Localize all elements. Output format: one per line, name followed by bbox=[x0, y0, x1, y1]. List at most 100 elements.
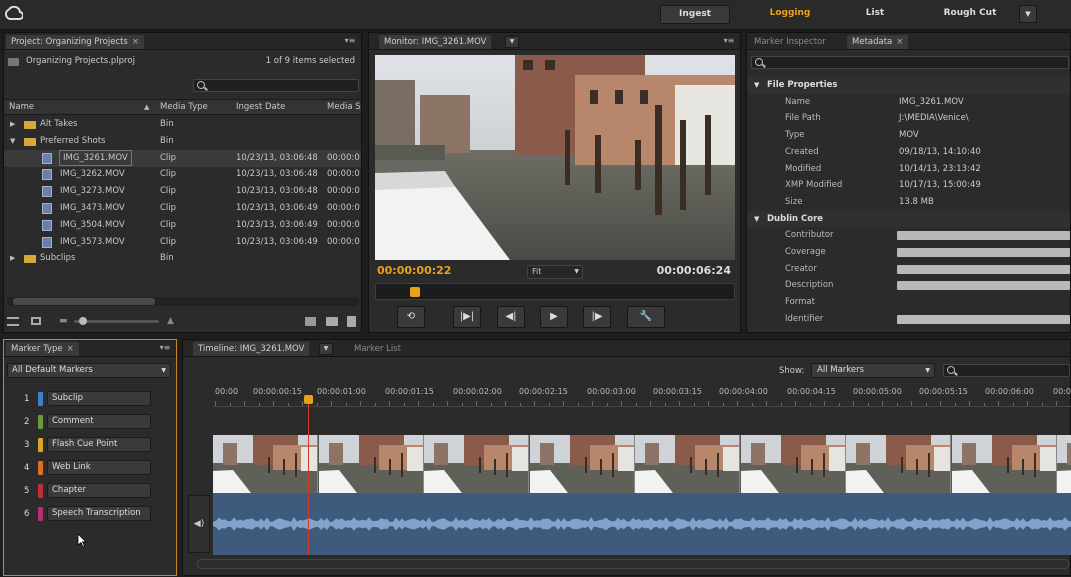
timeline-search-input[interactable] bbox=[943, 364, 1070, 377]
bin-row[interactable]: ▶ Alt Takes Bin bbox=[4, 116, 361, 133]
column-media-type[interactable]: Media Type bbox=[160, 100, 208, 114]
field-value[interactable]: MOV bbox=[899, 127, 919, 144]
column-ingest-date[interactable]: Ingest Date bbox=[236, 100, 285, 114]
disclosure-collapsed-icon[interactable]: ▶ bbox=[10, 116, 15, 133]
item-media-start: 00:00:0 bbox=[327, 186, 360, 197]
new-item-icon[interactable] bbox=[305, 317, 316, 326]
disclosure-collapsed-icon[interactable]: ▶ bbox=[10, 250, 15, 267]
tab-marker-inspector[interactable]: Marker Inspector bbox=[749, 35, 831, 49]
ruler-tick-label: 00:00:06:00 bbox=[985, 387, 1034, 396]
zoom-in-icon[interactable]: ▲ bbox=[167, 316, 174, 326]
project-search-input[interactable] bbox=[193, 79, 359, 92]
list-view-icon[interactable] bbox=[7, 317, 19, 326]
bin-row[interactable]: ▼ Preferred Shots Bin bbox=[4, 133, 361, 150]
field-value[interactable]: IMG_3261.MOV bbox=[899, 94, 964, 111]
marker-type-item[interactable]: 1 Subclip bbox=[4, 388, 176, 410]
marker-type-button[interactable]: Web Link bbox=[47, 460, 151, 475]
clip-row[interactable]: IMG_3573.MOV Clip 10/23/13, 03:06:49 00:00:… bbox=[4, 234, 361, 251]
playhead-marker[interactable] bbox=[410, 287, 421, 297]
show-markers-dropdown[interactable]: All Markers ▼ bbox=[811, 363, 935, 378]
marker-type-item[interactable]: 5 Chapter bbox=[4, 480, 176, 502]
workspace-rough-cut-button[interactable]: Rough Cut bbox=[925, 5, 1015, 24]
zoom-slider[interactable] bbox=[74, 317, 159, 325]
monitor-scrubber[interactable] bbox=[375, 283, 735, 300]
ruler-tick-mark bbox=[824, 401, 825, 406]
close-icon[interactable]: × bbox=[132, 37, 139, 47]
creative-cloud-icon[interactable] bbox=[4, 5, 24, 22]
bin-row[interactable]: ▶ Subclips Bin bbox=[4, 250, 361, 267]
tab-marker-list[interactable]: Marker List bbox=[349, 342, 406, 356]
marker-filter-dropdown[interactable]: All Default Markers ▼ bbox=[7, 363, 171, 378]
field-value[interactable]: 09/18/13, 14:10:40 bbox=[899, 144, 981, 161]
new-bin-icon[interactable] bbox=[326, 317, 338, 326]
folder-icon bbox=[8, 58, 19, 66]
column-media-start[interactable]: Media S bbox=[327, 100, 361, 114]
clip-row[interactable]: IMG_3273.MOV Clip 10/23/13, 03:06:48 00:00:… bbox=[4, 183, 361, 200]
marker-type-button[interactable]: Chapter bbox=[47, 483, 151, 498]
timeline-playhead[interactable] bbox=[308, 395, 309, 555]
time-ruler[interactable]: 00:00 00:00:00:15 00:00:01:00 00:00:01:15 00… bbox=[213, 385, 1071, 407]
close-icon[interactable]: × bbox=[896, 37, 903, 47]
clip-row[interactable]: IMG_3473.MOV Clip 10/23/13, 03:06:49 00:00:… bbox=[4, 200, 361, 217]
section-title: Dublin Core bbox=[767, 213, 824, 224]
workspace-logging-button[interactable]: Logging bbox=[755, 5, 825, 24]
field-value[interactable]: 10/17/13, 15:00:49 bbox=[899, 177, 981, 194]
step-forward-button[interactable]: |▶ bbox=[583, 306, 611, 328]
marker-type-item[interactable]: 4 Web Link bbox=[4, 457, 176, 479]
panel-menu-icon[interactable]: ▾≡ bbox=[343, 36, 357, 46]
panel-menu-icon[interactable]: ▾≡ bbox=[722, 36, 736, 46]
tab-monitor[interactable]: Monitor: IMG_3261.MOV bbox=[379, 35, 492, 49]
column-name[interactable]: Name bbox=[9, 100, 34, 114]
zoom-out-icon[interactable]: ▬ bbox=[59, 316, 68, 326]
metadata-section-header[interactable]: ▼ Dublin Core bbox=[747, 210, 1070, 228]
marker-type-item[interactable]: 2 Comment bbox=[4, 411, 176, 433]
ruler-tick-mark bbox=[983, 403, 985, 406]
monitor-clip-dropdown[interactable]: ▼ bbox=[505, 36, 519, 48]
disclosure-expanded-icon[interactable]: ▼ bbox=[10, 133, 15, 150]
timeline-clip-dropdown[interactable]: ▼ bbox=[319, 343, 333, 355]
marker-type-item[interactable]: 3 Flash Cue Point bbox=[4, 434, 176, 456]
panel-menu-icon[interactable]: ▾≡ bbox=[158, 343, 172, 353]
play-button[interactable]: ▶ bbox=[540, 306, 568, 328]
timeline-scrollbar[interactable] bbox=[197, 559, 1069, 569]
settings-wrench-button[interactable]: 🔧 bbox=[627, 306, 665, 328]
workspace-list-button[interactable]: List bbox=[845, 5, 905, 24]
field-input[interactable] bbox=[897, 281, 1070, 291]
current-timecode[interactable]: 00:00:00:22 bbox=[377, 264, 451, 277]
workspace-menu-button[interactable]: ▼ bbox=[1019, 5, 1037, 23]
marker-type-button[interactable]: Speech Transcription bbox=[47, 506, 151, 521]
video-track[interactable] bbox=[213, 435, 1071, 493]
metadata-section-header[interactable]: ▼ File Properties bbox=[747, 77, 1070, 94]
tab-marker-type[interactable]: Marker Type × bbox=[6, 342, 79, 356]
marker-type-button[interactable]: Comment bbox=[47, 414, 151, 429]
workspace-ingest-button[interactable]: Ingest bbox=[660, 5, 730, 24]
field-input[interactable] bbox=[897, 314, 1070, 324]
field-value[interactable]: 10/14/13, 23:13:42 bbox=[899, 161, 981, 178]
field-value[interactable]: J:\MEDIA\Venice\ bbox=[899, 110, 969, 127]
close-icon[interactable]: × bbox=[67, 344, 74, 354]
zoom-dropdown[interactable]: Fit ▼ bbox=[527, 265, 583, 279]
marker-type-button[interactable]: Subclip bbox=[47, 391, 151, 406]
icon-view-icon[interactable] bbox=[31, 317, 41, 325]
tab-timeline[interactable]: Timeline: IMG_3261.MOV bbox=[193, 342, 310, 356]
clip-row[interactable]: IMG_3504.MOV Clip 10/23/13, 03:06:49 00:00:… bbox=[4, 217, 361, 234]
marker-type-button[interactable]: Flash Cue Point bbox=[47, 437, 151, 452]
field-input[interactable] bbox=[897, 248, 1070, 257]
metadata-search-input[interactable] bbox=[751, 56, 1069, 69]
clip-row[interactable]: IMG_3262.MOV Clip 10/23/13, 03:06:48 00:00:… bbox=[4, 166, 361, 183]
playhead-handle[interactable] bbox=[304, 395, 313, 404]
marker-type-item[interactable]: 6 Speech Transcription bbox=[4, 503, 176, 525]
play-in-to-out-button[interactable]: |▶| bbox=[453, 306, 481, 328]
tab-project[interactable]: Project: Organizing Projects × bbox=[6, 35, 144, 49]
tab-metadata[interactable]: Metadata × bbox=[847, 35, 909, 49]
field-input[interactable] bbox=[897, 231, 1070, 241]
trash-icon[interactable] bbox=[347, 316, 356, 327]
field-value[interactable]: 13.8 MB bbox=[899, 194, 934, 211]
step-back-button[interactable]: ◀| bbox=[497, 306, 525, 328]
field-input[interactable] bbox=[897, 264, 1070, 274]
loop-button[interactable]: ⟲ bbox=[397, 306, 425, 328]
audio-track[interactable] bbox=[213, 493, 1071, 555]
horizontal-scrollbar[interactable] bbox=[7, 297, 359, 306]
clip-row[interactable]: IMG_3261.MOV Clip 10/23/13, 03:06:48 00:00:… bbox=[4, 149, 361, 167]
audio-speaker-icon[interactable]: ◀) bbox=[188, 495, 210, 553]
